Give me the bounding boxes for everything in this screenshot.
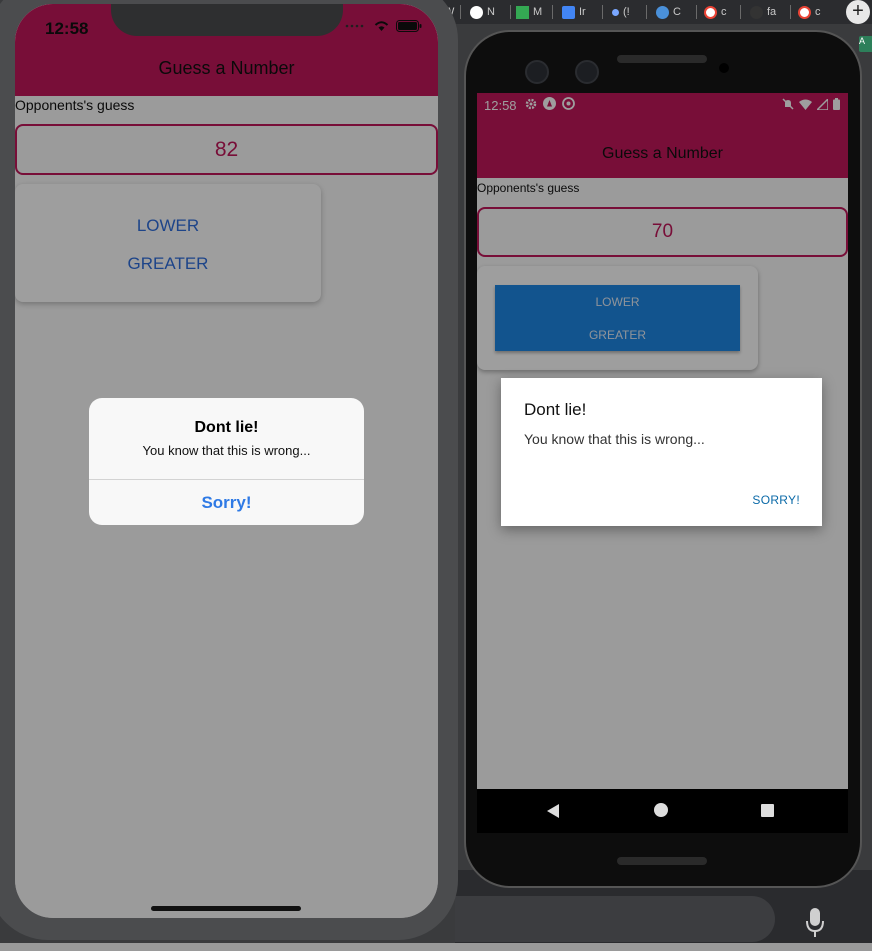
browser-tab[interactable]: N — [470, 2, 495, 22]
browser-tab[interactable]: fa — [750, 2, 776, 22]
tab-separator — [460, 5, 461, 19]
ios-screen: 12:58 Guess a Number Opponents's guess 8… — [15, 4, 438, 918]
sensor-icon — [719, 63, 729, 73]
alert-title: Dont lie! — [194, 419, 259, 436]
camera-icon — [575, 60, 599, 84]
browser-tab[interactable]: M — [516, 2, 542, 22]
browser-tab[interactable]: c — [704, 2, 727, 22]
microphone-icon[interactable] — [806, 906, 824, 938]
recent-apps-icon[interactable] — [761, 804, 774, 817]
tab-favicon-icon — [470, 5, 483, 19]
speaker-grille — [617, 55, 707, 63]
browser-tab[interactable]: c — [798, 2, 821, 22]
sorry-button[interactable]: SORRY! — [752, 493, 800, 507]
tab-separator — [510, 5, 511, 19]
alert-message: You know that this is wrong... — [142, 443, 311, 458]
camera-icon — [525, 60, 549, 84]
desktop-bottom-bar — [0, 943, 872, 951]
browser-tab-bar: W N M Ir (! C c fa c — [440, 0, 872, 24]
tab-separator — [552, 5, 553, 19]
sorry-button[interactable]: Sorry! — [89, 493, 364, 513]
profile-badge[interactable]: A — [859, 36, 872, 52]
alert-dialog: Dont lie! You know that this is wrong...… — [89, 398, 364, 525]
docs-icon — [562, 5, 575, 19]
back-icon[interactable] — [547, 804, 559, 818]
browser-tab[interactable]: Ir — [562, 2, 586, 22]
tab-separator — [740, 5, 741, 19]
alert-dialog: Dont lie! You know that this is wrong...… — [501, 378, 822, 526]
drive-icon — [516, 5, 529, 19]
home-icon[interactable] — [654, 803, 668, 817]
new-tab-button[interactable]: + — [846, 0, 870, 24]
google-icon — [704, 5, 717, 19]
browser-tab[interactable]: C — [656, 2, 681, 22]
tab-favicon-icon — [750, 5, 763, 19]
search-box[interactable] — [455, 896, 775, 942]
tab-favicon-icon — [612, 8, 619, 16]
alert-title: Dont lie! — [524, 400, 587, 419]
android-screen: 12:58 Guess a Number Opponents's guess 7… — [477, 93, 848, 833]
tab-separator — [646, 5, 647, 19]
alert-divider — [89, 479, 364, 480]
browser-tab[interactable]: (! — [612, 2, 630, 22]
navigation-bar — [477, 789, 848, 833]
alert-message: You know that this is wrong... — [524, 431, 705, 447]
tab-separator — [790, 5, 791, 19]
tab-separator — [696, 5, 697, 19]
google-icon — [798, 5, 811, 19]
home-indicator[interactable] — [151, 906, 301, 911]
tab-favicon-icon — [656, 5, 669, 19]
tab-separator — [602, 5, 603, 19]
speaker-grille — [617, 857, 707, 865]
